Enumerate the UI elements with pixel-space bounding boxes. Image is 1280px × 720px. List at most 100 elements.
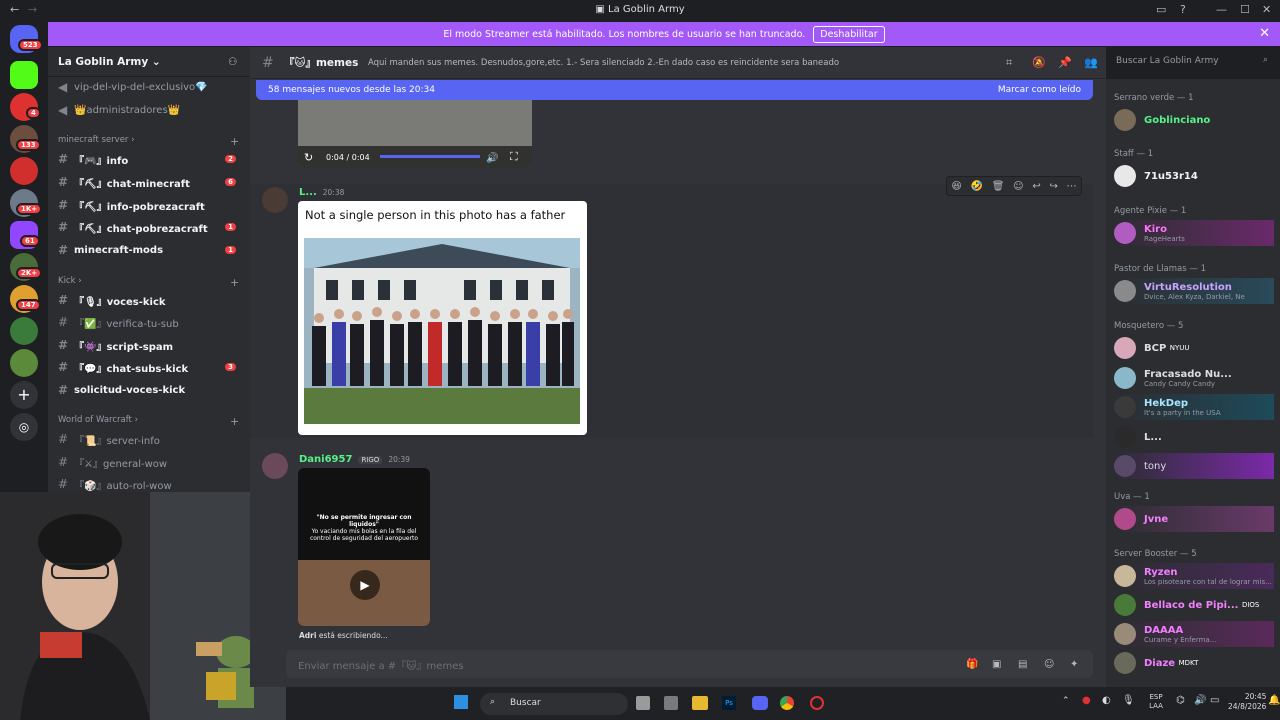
language-indicator[interactable]: ESP LAA bbox=[1144, 693, 1168, 711]
start-icon[interactable] bbox=[454, 695, 468, 709]
close-banner-icon[interactable]: ✕ bbox=[1259, 26, 1270, 41]
message-input[interactable]: Enviar mensaje a #『🐱』memes 🎁 ▣ ▤ ☺ ✦ bbox=[286, 650, 1093, 678]
member-item[interactable]: Ryzen Los pisoteare con tal de lograr mis… bbox=[1114, 563, 1274, 589]
emoji-icon[interactable]: ☺ bbox=[1044, 659, 1054, 670]
channel-item[interactable]: ◀ 👑administradores👑 bbox=[58, 100, 244, 120]
chrome-icon[interactable] bbox=[780, 696, 794, 710]
channel-item[interactable]: # 『⚔』general-wow bbox=[58, 452, 244, 472]
channel-item[interactable]: ◀ vip-del-vip-del-exclusivo💎 bbox=[58, 77, 244, 97]
server-icon-kick[interactable] bbox=[10, 61, 38, 89]
image-embed[interactable]: Not a single person in this photo has a … bbox=[298, 201, 587, 435]
member-item[interactable]: Jvne bbox=[1114, 506, 1274, 532]
network-icon[interactable]: ⌬ bbox=[1176, 695, 1185, 706]
channel-item[interactable]: # 『⛏』info-pobrezacraft bbox=[58, 195, 244, 215]
member-item[interactable]: DAAAA Curame y Enferma... bbox=[1114, 621, 1274, 647]
channel-item[interactable]: # 『💬』chat-subs-kick 3 bbox=[58, 357, 244, 377]
app-icon[interactable] bbox=[810, 696, 824, 710]
mark-read-button[interactable]: Marcar como leído bbox=[998, 85, 1081, 95]
channel-item[interactable]: # 『🎲』auto-rol-wow bbox=[58, 474, 244, 492]
battery-icon[interactable]: ▭ bbox=[1210, 695, 1219, 706]
maximize-icon[interactable]: ☐ bbox=[1240, 3, 1250, 16]
forward-icon[interactable]: ↪ bbox=[1049, 181, 1057, 192]
channel-item[interactable]: # 『⛏』chat-minecraft 6 bbox=[58, 172, 244, 192]
explore-icon[interactable]: ◎ bbox=[10, 413, 38, 441]
channel-item[interactable]: # 『🎙』voces-kick bbox=[58, 290, 244, 310]
inbox-icon[interactable]: ▭ bbox=[1156, 3, 1166, 16]
server-icon[interactable] bbox=[10, 317, 38, 345]
add-channel-icon[interactable]: + bbox=[230, 135, 239, 148]
avatar[interactable] bbox=[262, 187, 288, 213]
minimize-icon[interactable]: — bbox=[1216, 3, 1227, 16]
pinned-icon[interactable]: 📌 bbox=[1058, 56, 1072, 69]
member-item[interactable]: Goblinciano bbox=[1114, 107, 1274, 133]
more-icon[interactable]: ⋯ bbox=[1067, 181, 1077, 192]
close-window-icon[interactable]: ✕ bbox=[1262, 3, 1271, 16]
fullscreen-icon[interactable]: ⛶ bbox=[510, 150, 518, 164]
search-input[interactable]: Buscar La Goblin Army ⌕ bbox=[1108, 52, 1274, 72]
channel-item[interactable]: # minecraft-mods 1 bbox=[58, 240, 244, 260]
member-item[interactable]: VirtuResolution Dvice, Alex Kyza, Darkiel… bbox=[1114, 278, 1274, 304]
app-icon[interactable] bbox=[664, 696, 678, 710]
volume-icon[interactable]: 🔊 bbox=[486, 153, 498, 164]
avatar[interactable] bbox=[262, 453, 288, 479]
channel-item[interactable]: # 『👾』script-spam bbox=[58, 335, 244, 355]
add-reaction-icon[interactable]: ☺ bbox=[1013, 181, 1023, 192]
author-name[interactable]: L... bbox=[299, 187, 317, 198]
mic-icon[interactable]: 🎙 bbox=[1122, 695, 1135, 706]
tray-app-icon[interactable]: ◐ bbox=[1102, 695, 1111, 706]
member-item[interactable]: Fracasado Nu... Candy Candy Candy bbox=[1114, 365, 1274, 391]
task-view-icon[interactable] bbox=[636, 696, 650, 710]
member-item[interactable]: L... bbox=[1114, 424, 1274, 450]
member-item[interactable]: Diaze MDKT bbox=[1114, 650, 1274, 676]
member-item[interactable]: 71u53r14 bbox=[1114, 163, 1274, 189]
tray-expand-icon[interactable]: ⌃ bbox=[1062, 696, 1070, 706]
category-wow[interactable]: World of Warcraft › + bbox=[58, 415, 239, 428]
replay-icon[interactable]: ↻ bbox=[304, 151, 313, 164]
tray-app-icon[interactable]: ● bbox=[1082, 695, 1091, 706]
video-embed[interactable]: "No se permite ingresar con liquidos" Yo… bbox=[298, 468, 430, 626]
add-member-icon[interactable]: ⚇ bbox=[228, 56, 237, 68]
sticker-icon[interactable]: ▤ bbox=[1018, 659, 1027, 670]
disable-streamer-button[interactable]: Deshabilitar bbox=[813, 25, 885, 43]
file-explorer-icon[interactable] bbox=[692, 696, 708, 710]
discord-taskbar-icon[interactable] bbox=[752, 696, 768, 710]
channel-topic[interactable]: Aqui manden sus memes. Desnudos,gore,etc… bbox=[368, 58, 968, 68]
photoshop-icon[interactable]: Ps bbox=[722, 696, 736, 710]
author-name[interactable]: Dani6957 bbox=[299, 454, 352, 465]
members-icon[interactable]: 👥 bbox=[1084, 56, 1098, 69]
server-icon[interactable] bbox=[10, 157, 38, 185]
add-server-icon[interactable]: + bbox=[10, 381, 38, 409]
server-icon[interactable] bbox=[10, 349, 38, 377]
member-item[interactable]: Bellaco de Pipi... DIOS bbox=[1114, 592, 1274, 618]
video-progress[interactable] bbox=[380, 155, 480, 158]
video-player[interactable]: ↻ 0:04 / 0:04 🔊 ⛶ bbox=[298, 100, 532, 168]
category-kick[interactable]: Kick › + bbox=[58, 276, 239, 289]
apps-icon[interactable]: ✦ bbox=[1070, 659, 1078, 670]
member-item[interactable]: tony bbox=[1114, 453, 1274, 479]
channel-item[interactable]: # solicitud-voces-kick bbox=[58, 380, 244, 400]
add-channel-icon[interactable]: + bbox=[230, 276, 239, 289]
channel-item[interactable]: # 『⛏』chat-pobrezacraft 1 bbox=[58, 217, 244, 237]
reaction-icon[interactable]: 😆 bbox=[951, 181, 961, 192]
gif-icon[interactable]: ▣ bbox=[992, 659, 1001, 670]
taskbar-search[interactable]: ⌕ Buscar bbox=[480, 693, 628, 715]
member-item[interactable]: Kiro RageHearts bbox=[1114, 220, 1274, 246]
help-icon[interactable]: ? bbox=[1180, 3, 1186, 16]
channel-item[interactable]: # 『🎮』info 2 bbox=[58, 149, 244, 169]
member-item[interactable]: BCP NYUU bbox=[1114, 335, 1274, 361]
server-header[interactable]: La Goblin Army ⌄ ⚇ bbox=[48, 47, 250, 77]
notifications-icon[interactable]: 🔔 bbox=[1268, 695, 1280, 706]
add-channel-icon[interactable]: + bbox=[230, 415, 239, 428]
gift-icon[interactable]: 🎁 bbox=[966, 659, 978, 670]
member-item[interactable]: HekDep It's a party in the USA bbox=[1114, 394, 1274, 420]
reaction-icon[interactable]: 🤣 bbox=[971, 181, 983, 192]
play-icon[interactable]: ▶ bbox=[350, 570, 380, 600]
notifications-icon[interactable]: 🔕 bbox=[1032, 56, 1046, 69]
channel-item[interactable]: # 『📜』server-info bbox=[58, 429, 244, 449]
clock[interactable]: 20:45 24/8/2026 bbox=[1228, 692, 1266, 712]
new-messages-bar[interactable]: 58 mensajes nuevos desde las 20:34 Marca… bbox=[256, 80, 1093, 100]
volume-icon[interactable]: 🔊 bbox=[1194, 695, 1206, 706]
channel-item[interactable]: # 『✅』verifica-tu-sub bbox=[58, 312, 244, 332]
threads-icon[interactable]: ⌗ bbox=[1006, 56, 1012, 70]
reply-icon[interactable]: ↩ bbox=[1032, 181, 1040, 192]
